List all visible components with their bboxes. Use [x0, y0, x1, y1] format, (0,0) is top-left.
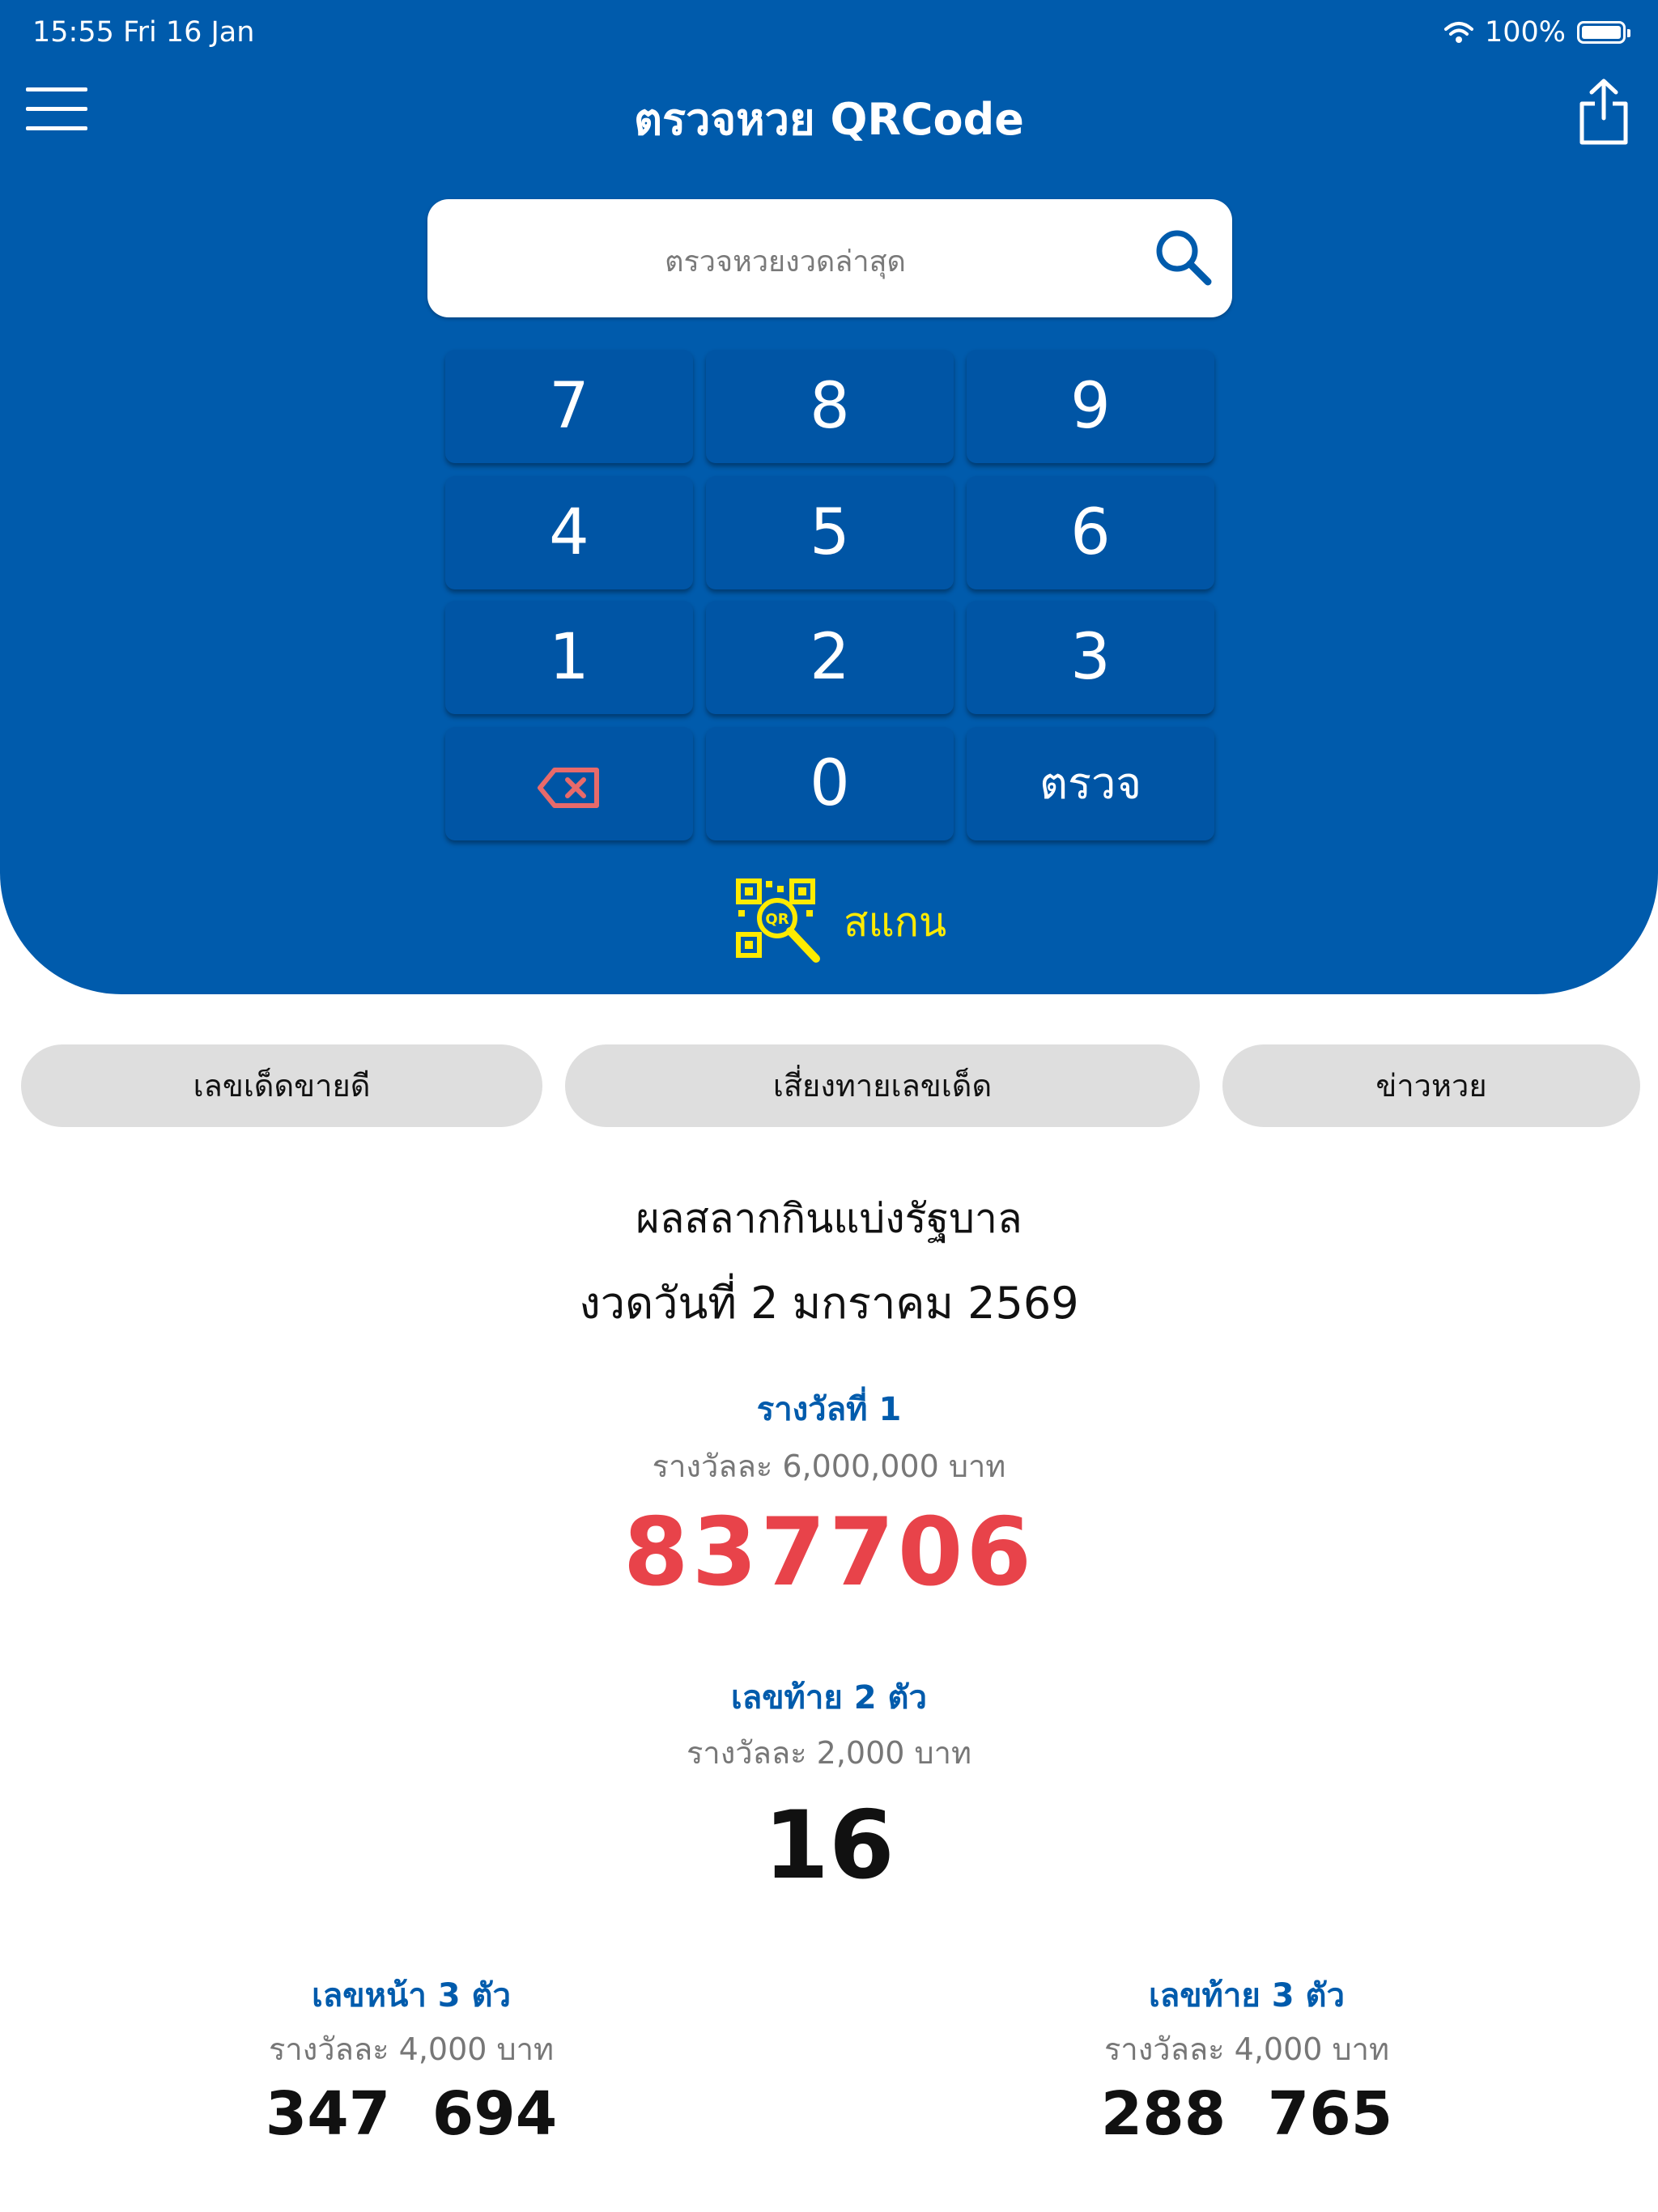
search-input[interactable]: ตรวจหวยงวดล่าสุด — [427, 238, 1143, 284]
last3-number: 765 — [1267, 2079, 1393, 2149]
last3-numbers: 288 765 — [1004, 2079, 1490, 2149]
draw-date: งวดวันที่ 2 มกราคม 2569 — [579, 1278, 1079, 1329]
first-prize-number: 837706 — [623, 1498, 1035, 1607]
qr-label: QR — [765, 911, 789, 928]
search-bar[interactable]: ตรวจหวยงวดล่าสุด — [427, 199, 1232, 317]
key-3[interactable]: 3 — [967, 601, 1214, 714]
wifi-icon — [1443, 22, 1473, 43]
front3-number: 694 — [432, 2079, 558, 2149]
tab-fortune-numbers[interactable]: เสี่ยงทายเลขเด็ด — [565, 1044, 1200, 1127]
check-button[interactable]: ตรวจ — [967, 727, 1214, 840]
key-1[interactable]: 1 — [445, 601, 693, 714]
page-title: ตรวจหวย QRCode — [634, 94, 1024, 145]
header-panel: 15:55 Fri 16 Jan 100% ตรวจหวย QRCode ตรว… — [0, 0, 1658, 994]
battery-percent: 100% — [1484, 16, 1566, 49]
last2-number: 16 — [763, 1791, 895, 1900]
last2-amount: รางวัลละ 2,000 บาท — [686, 1735, 972, 1771]
first-prize-title: รางวัลที่ 1 — [756, 1391, 902, 1428]
status-time: 15:55 Fri 16 Jan — [32, 16, 255, 49]
last3-amount: รางวัลละ 4,000 บาท — [1103, 2031, 1390, 2067]
front3-numbers: 347 694 — [168, 2079, 654, 2149]
key-8[interactable]: 8 — [706, 350, 954, 463]
key-7[interactable]: 7 — [445, 350, 693, 463]
status-bar: 15:55 Fri 16 Jan 100% — [32, 11, 1630, 52]
key-6[interactable]: 6 — [967, 476, 1214, 589]
key-5[interactable]: 5 — [706, 476, 954, 589]
scan-button[interactable]: QR สแกน — [735, 878, 946, 967]
battery-icon — [1577, 21, 1630, 44]
key-4[interactable]: 4 — [445, 476, 693, 589]
first-prize-amount: รางวัลละ 6,000,000 บาท — [652, 1448, 1006, 1484]
front3-amount: รางวัลละ 4,000 บาท — [268, 2031, 555, 2067]
share-icon[interactable] — [1575, 78, 1632, 146]
last3-number: 288 — [1100, 2079, 1226, 2149]
key-0[interactable]: 0 — [706, 727, 954, 840]
last3-title: เลขท้าย 3 ตัว — [1149, 1977, 1345, 2014]
front3-number: 347 — [265, 2079, 391, 2149]
front3-title: เลขหน้า 3 ตัว — [312, 1977, 511, 2014]
tab-hot-numbers[interactable]: เลขเด็ดขายดี — [21, 1044, 542, 1127]
qr-scan-icon: QR — [736, 878, 820, 963]
backspace-key[interactable] — [445, 727, 693, 840]
status-right: 100% — [1443, 16, 1630, 49]
tab-lottery-news[interactable]: ข่าวหวย — [1222, 1044, 1640, 1127]
search-icon[interactable] — [1150, 223, 1218, 291]
key-9[interactable]: 9 — [967, 350, 1214, 463]
results-heading: ผลสลากกินแบ่งรัฐบาล — [636, 1195, 1022, 1242]
key-2[interactable]: 2 — [706, 601, 954, 714]
last2-title: เลขท้าย 2 ตัว — [731, 1679, 927, 1716]
backspace-icon — [538, 767, 599, 808]
scan-label: สแกน — [844, 898, 947, 946]
